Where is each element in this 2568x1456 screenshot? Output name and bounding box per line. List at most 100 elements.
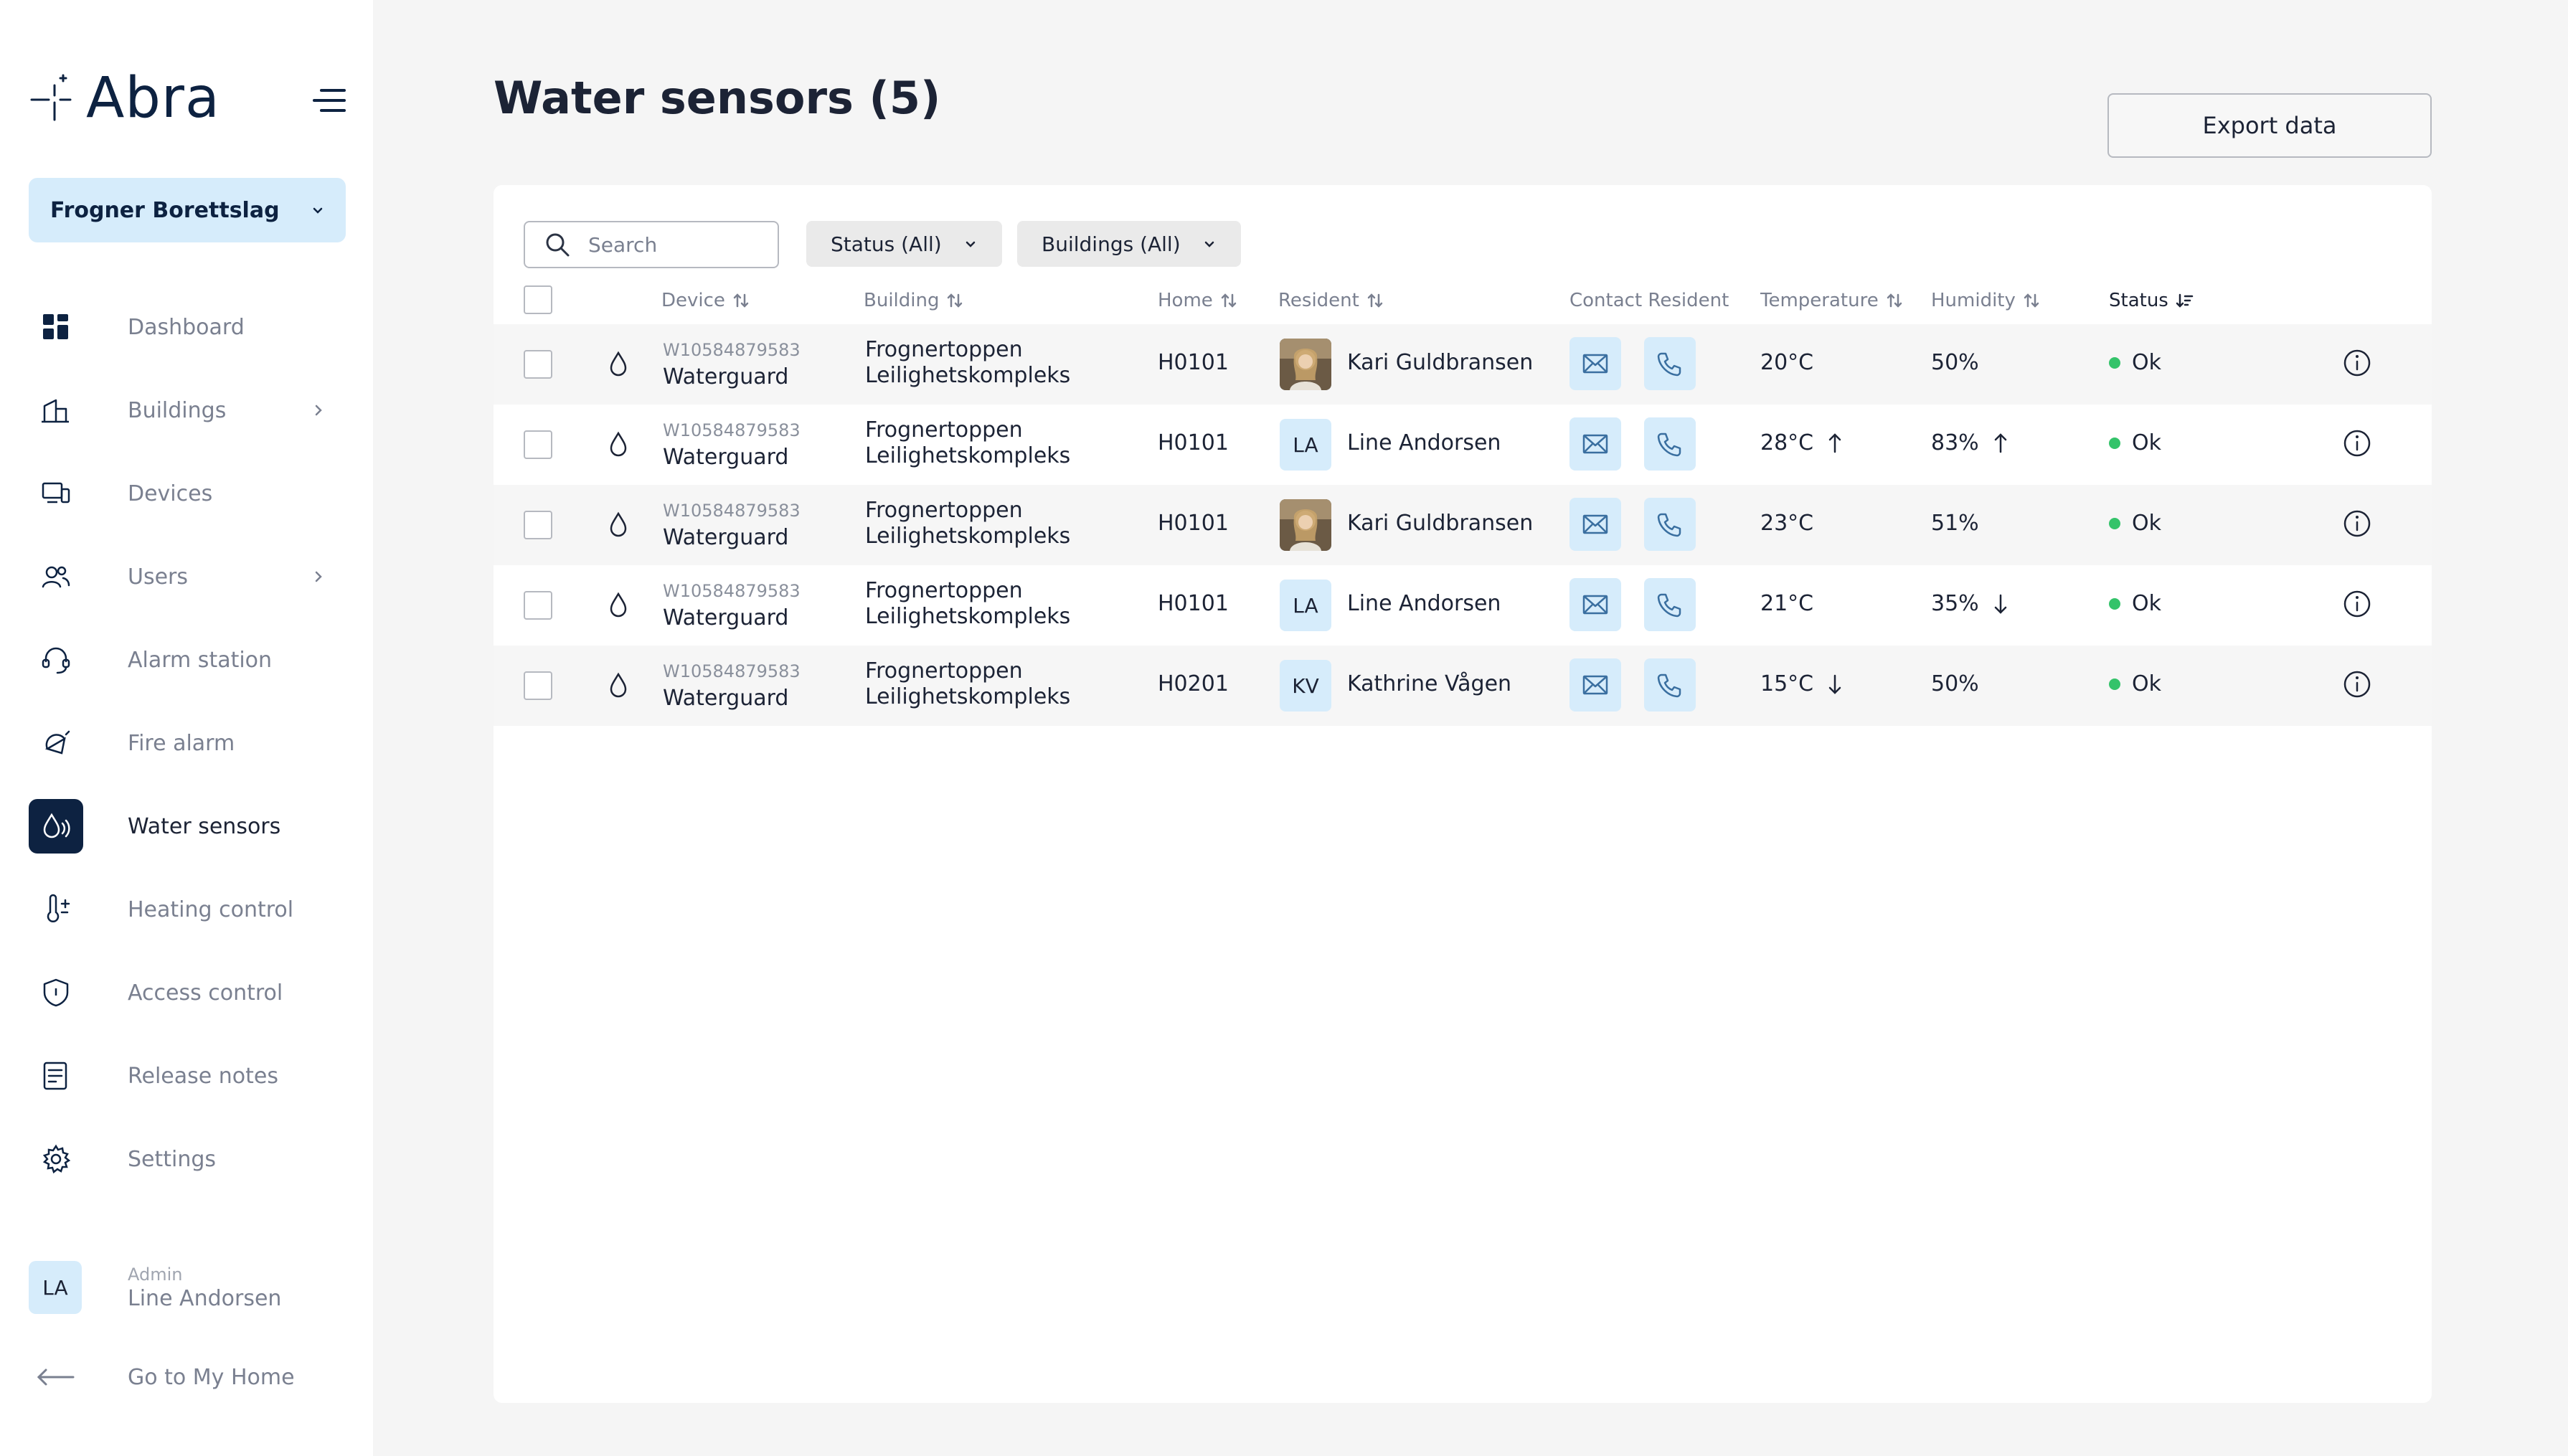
sidebar-item-buildings[interactable]: Buildings xyxy=(0,369,373,452)
user-avatar: LA xyxy=(29,1261,82,1314)
status-dot xyxy=(2109,678,2120,690)
search-input[interactable] xyxy=(588,232,760,257)
sidebar-item-settings[interactable]: Settings xyxy=(0,1117,373,1201)
info-icon[interactable] xyxy=(2340,426,2374,460)
go-to-my-home-link[interactable]: Go to My Home xyxy=(29,1356,295,1399)
column-device[interactable]: Device xyxy=(661,290,751,311)
sidebar-item-label: Users xyxy=(128,564,189,590)
trend-down-icon xyxy=(1994,594,2006,614)
row-checkbox[interactable] xyxy=(524,591,552,620)
fire-alarm-icon xyxy=(29,716,83,770)
resident-name[interactable]: Kari Guldbransen xyxy=(1347,350,1533,375)
table-row[interactable]: W10584879583 Waterguard Frognertoppen Leili… xyxy=(494,646,2432,726)
sidebar-item-access-control[interactable]: Access control xyxy=(0,951,373,1034)
temperature-cell: 23°C xyxy=(1760,511,1813,536)
user-name: Line Andorsen xyxy=(128,1285,282,1311)
column-building-label: Building xyxy=(864,290,940,311)
temperature-value: 21°C xyxy=(1760,591,1814,616)
column-temperature[interactable]: Temperature xyxy=(1760,290,1904,311)
email-resident-button[interactable] xyxy=(1569,658,1621,712)
resident-name[interactable]: Line Andorsen xyxy=(1347,591,1501,616)
resident-photo xyxy=(1280,339,1331,390)
building-name: Frognertoppen xyxy=(865,337,1023,362)
temperature-value: 20°C xyxy=(1760,350,1814,375)
organization-select[interactable]: Frogner Borettslag xyxy=(29,178,346,242)
humidity-value: 50% xyxy=(1931,350,1979,375)
column-resident[interactable]: Resident xyxy=(1278,290,1385,311)
building-complex: Leilighetskompleks xyxy=(865,604,1071,629)
sidebar-item-fire-alarm[interactable]: Fire alarm xyxy=(0,701,373,785)
call-resident-button[interactable] xyxy=(1644,578,1696,631)
row-checkbox[interactable] xyxy=(524,430,552,459)
email-resident-button[interactable] xyxy=(1569,417,1621,471)
current-user[interactable]: LA Admin Line Andorsen xyxy=(29,1261,281,1314)
call-resident-button[interactable] xyxy=(1644,417,1696,471)
device-name: Waterguard xyxy=(663,525,789,550)
call-resident-button[interactable] xyxy=(1644,658,1696,712)
sort-icon xyxy=(2024,293,2039,308)
info-icon[interactable] xyxy=(2340,506,2374,541)
resident-name[interactable]: Kari Guldbransen xyxy=(1347,511,1533,536)
info-icon[interactable] xyxy=(2340,667,2374,701)
temperature-cell: 21°C xyxy=(1760,591,1813,616)
status-filter-label: Status (All) xyxy=(831,232,942,256)
resident-avatar: LA xyxy=(1280,419,1331,471)
info-icon[interactable] xyxy=(2340,587,2374,621)
sidebar-item-release-notes[interactable]: Release notes xyxy=(0,1034,373,1117)
sidebar-item-label: Dashboard xyxy=(128,314,245,340)
buildings-filter[interactable]: Buildings (All) xyxy=(1017,221,1241,267)
status-dot xyxy=(2109,597,2120,610)
device-id: W10584879583 xyxy=(663,501,801,521)
humidity-cell: 50% xyxy=(1931,671,1979,696)
sidebar-item-devices[interactable]: Devices xyxy=(0,452,373,535)
shield-icon xyxy=(29,965,83,1020)
home-id: H0201 xyxy=(1158,671,1229,696)
sidebar-item-heating-control[interactable]: Heating control xyxy=(0,868,373,951)
status-badge: Ok xyxy=(2109,591,2161,616)
status-filter[interactable]: Status (All) xyxy=(806,221,1002,267)
search-box[interactable] xyxy=(524,221,779,268)
resident-avatar: LA xyxy=(1280,580,1331,631)
email-resident-button[interactable] xyxy=(1569,578,1621,631)
sidebar-item-alarm-station[interactable]: Alarm station xyxy=(0,618,373,701)
temperature-cell: 15°C xyxy=(1760,671,1845,696)
table-row[interactable]: W10584879583 Waterguard Frognertoppen Leili… xyxy=(494,324,2432,405)
sidebar-item-dashboard[interactable]: Dashboard xyxy=(0,285,373,369)
call-resident-button[interactable] xyxy=(1644,337,1696,390)
phone-icon xyxy=(1657,673,1681,698)
select-all-checkbox[interactable] xyxy=(524,285,552,314)
row-checkbox[interactable] xyxy=(524,671,552,700)
sidebar-item-water-sensors[interactable]: Water sensors xyxy=(0,785,373,868)
table-row[interactable]: W10584879583 Waterguard Frognertoppen Leili… xyxy=(494,565,2432,646)
menu-collapse-icon[interactable] xyxy=(311,86,347,115)
sidebar-item-users[interactable]: Users xyxy=(0,535,373,618)
row-checkbox[interactable] xyxy=(524,511,552,539)
status-value: Ok xyxy=(2132,511,2161,536)
call-resident-button[interactable] xyxy=(1644,498,1696,551)
humidity-cell: 83% xyxy=(1931,430,2011,455)
app-logo[interactable]: Abra xyxy=(27,66,220,131)
status-badge: Ok xyxy=(2109,430,2161,455)
email-resident-button[interactable] xyxy=(1569,498,1621,551)
info-icon[interactable] xyxy=(2340,346,2374,380)
column-home[interactable]: Home xyxy=(1158,290,1239,311)
resident-name[interactable]: Kathrine Vågen xyxy=(1347,671,1511,696)
column-humidity[interactable]: Humidity xyxy=(1931,290,2041,311)
status-value: Ok xyxy=(2132,430,2161,455)
export-data-button[interactable]: Export data xyxy=(2107,93,2432,158)
chevron-down-icon xyxy=(1204,241,1214,247)
status-badge: Ok xyxy=(2109,350,2161,375)
table-row[interactable]: W10584879583 Waterguard Frognertoppen Leili… xyxy=(494,485,2432,565)
column-status[interactable]: Status xyxy=(2109,290,2194,311)
table-row[interactable]: W10584879583 Waterguard Frognertoppen Leili… xyxy=(494,405,2432,485)
building-complex: Leilighetskompleks xyxy=(865,363,1071,388)
row-checkbox[interactable] xyxy=(524,350,552,379)
column-building[interactable]: Building xyxy=(864,290,965,311)
status-badge: Ok xyxy=(2109,511,2161,536)
email-resident-button[interactable] xyxy=(1569,337,1621,390)
arrow-left-icon xyxy=(37,1368,75,1386)
status-badge: Ok xyxy=(2109,671,2161,696)
mail-icon xyxy=(1582,354,1608,374)
trend-up-icon xyxy=(1994,432,2006,453)
resident-name[interactable]: Line Andorsen xyxy=(1347,430,1501,455)
